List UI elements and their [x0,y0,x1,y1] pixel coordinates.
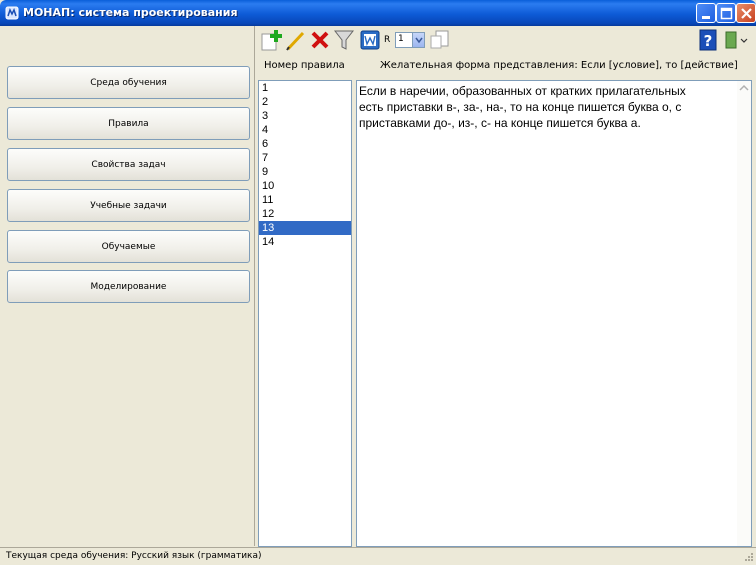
rule-number-header: Номер правила [264,60,345,71]
svg-text:?: ? [704,32,713,50]
minimize-button[interactable] [696,3,716,23]
close-button[interactable] [736,3,756,23]
nav-modeling-button[interactable]: Моделирование [7,270,250,303]
list-item[interactable]: 1 [259,81,351,95]
list-item[interactable]: 3 [259,109,351,123]
chevron-down-icon[interactable] [412,33,424,47]
filter-funnel-icon[interactable] [332,28,356,52]
minimize-icon [702,16,710,19]
add-icon[interactable] [260,28,284,52]
list-item[interactable]: 4 [259,123,351,137]
list-item[interactable]: 9 [259,165,351,179]
nav-rules-button[interactable]: Правила [7,107,250,140]
r-select-value: 1 [398,34,404,44]
copy-icon[interactable] [428,28,452,52]
maximize-button[interactable] [716,3,736,23]
status-bar: Текущая среда обучения: Русский язык (гр… [0,547,756,565]
exit-door-icon[interactable] [722,28,750,52]
list-item[interactable]: 6 [259,137,351,151]
vertical-scrollbar[interactable] [737,81,751,546]
close-icon [741,8,752,19]
list-item[interactable]: 10 [259,179,351,193]
rule-number-list[interactable]: 1 2 3 4 6 7 9 10 11 12 13 14 [258,80,352,547]
delete-icon[interactable] [308,28,332,52]
window-title: МОНАП: система проектирования [23,6,238,19]
list-item[interactable]: 2 [259,95,351,109]
desired-form-header: Желательная форма представления: Если [у… [380,60,738,71]
r-label: R [384,35,391,45]
status-text: Текущая среда обучения: Русский язык (гр… [6,551,262,561]
app-icon [5,6,19,20]
list-item-selected[interactable]: 13 [259,221,351,235]
rule-text-line: есть приставки в-, за-, на-, то на конце… [359,100,682,114]
scroll-up-icon[interactable] [737,81,751,95]
nav-learners-button[interactable]: Обучаемые [7,230,250,263]
rule-text: Если в наречии, образованных от кратких … [359,83,735,131]
rule-text-line: приставками до-, из-, с- на конце пишетс… [359,116,641,130]
nav-learning-tasks-button[interactable]: Учебные задачи [7,189,250,222]
title-bar[interactable]: МОНАП: система проектирования [0,0,756,26]
r-select[interactable]: 1 [395,32,425,48]
word-icon[interactable] [360,30,380,50]
toolbar: R 1 ? [258,26,756,56]
maximize-icon [720,7,733,20]
list-item[interactable]: 12 [259,207,351,221]
navigation-panel: Среда обучения Правила Свойства задач Уч… [3,26,255,546]
edit-pencil-icon[interactable] [284,28,308,52]
help-icon[interactable]: ? [698,28,718,52]
resize-grip-icon[interactable] [742,552,754,564]
list-item[interactable]: 14 [259,235,351,249]
list-item[interactable]: 7 [259,151,351,165]
rule-text-line: Если в наречии, образованных от кратких … [359,84,686,98]
nav-learning-environment-button[interactable]: Среда обучения [7,66,250,99]
list-item[interactable]: 11 [259,193,351,207]
rule-text-area[interactable]: Если в наречии, образованных от кратких … [356,80,752,547]
nav-task-properties-button[interactable]: Свойства задач [7,148,250,181]
